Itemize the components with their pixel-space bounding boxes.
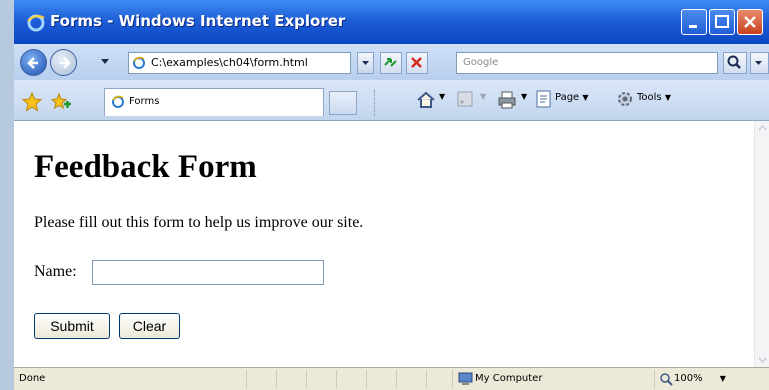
feeds-dropdown-icon[interactable]: ▼ [480, 92, 486, 101]
status-divider [654, 370, 655, 389]
status-divider [366, 370, 367, 389]
refresh-button[interactable] [380, 52, 402, 74]
status-divider [452, 370, 453, 389]
chevron-down-icon [362, 61, 369, 65]
status-divider [306, 370, 307, 389]
status-divider [246, 370, 247, 389]
intro-text: Please fill out this form to help us imp… [34, 214, 364, 231]
search-button[interactable] [723, 52, 747, 74]
status-divider [396, 370, 397, 389]
status-bar: Done My Computer 100% ▼ [14, 367, 769, 390]
tab-label: Forms [129, 96, 160, 107]
back-button[interactable] [20, 49, 47, 76]
address-dropdown-button[interactable] [357, 52, 374, 74]
minimize-button[interactable] [681, 9, 707, 35]
page-menu-icon [536, 90, 551, 108]
history-dropdown-icon[interactable] [100, 58, 110, 66]
toolbar-divider [374, 90, 376, 116]
name-input[interactable] [92, 260, 324, 285]
forward-arrow-icon [60, 57, 71, 69]
search-field[interactable]: Google [456, 52, 718, 74]
page-menu-label: Page [555, 92, 580, 103]
home-dropdown-icon[interactable]: ▼ [439, 92, 445, 101]
status-divider [336, 370, 337, 389]
chevron-down-icon [755, 61, 762, 65]
computer-icon [458, 372, 473, 385]
refresh-icon [384, 58, 397, 67]
new-tab-button[interactable] [329, 91, 357, 115]
gear-icon [618, 92, 632, 106]
scroll-down-icon[interactable] [758, 357, 767, 363]
window-title: Forms - Windows Internet Explorer [50, 12, 346, 30]
home-icon[interactable] [416, 90, 436, 110]
print-icon[interactable] [497, 90, 517, 110]
address-bar-row: C:\examples\ch04\form.html Google [14, 44, 769, 80]
favorites-tab-bar: Forms ▼ ▼ ▼ Page ▼ Tools ▼ [14, 80, 769, 121]
add-favorites-icon[interactable] [50, 92, 72, 112]
status-divider [276, 370, 277, 389]
close-icon [744, 16, 756, 28]
page-icon [133, 56, 145, 69]
page-content: Feedback Form Please fill out this form … [14, 121, 754, 367]
status-text: Done [19, 373, 46, 384]
favorites-star-icon[interactable] [22, 92, 42, 112]
search-icon [727, 55, 741, 69]
stop-icon [411, 57, 422, 68]
browser-window: Forms - Windows Internet Explorer C:\exa… [14, 0, 769, 390]
status-divider [426, 370, 427, 389]
print-dropdown-icon[interactable]: ▼ [521, 92, 527, 101]
title-bar: Forms - Windows Internet Explorer [14, 0, 769, 44]
tab-forms[interactable]: Forms [104, 88, 324, 116]
name-label: Name: [34, 263, 77, 280]
zoom-icon [660, 373, 673, 386]
vertical-scrollbar[interactable] [754, 121, 769, 367]
tools-menu-label: Tools [637, 92, 662, 103]
zoom-level[interactable]: 100% ▼ [674, 373, 726, 384]
security-zone: My Computer [475, 373, 543, 384]
stop-button[interactable] [406, 52, 428, 74]
close-button[interactable] [737, 9, 763, 35]
search-options-button[interactable] [750, 52, 769, 74]
maximize-button[interactable] [709, 9, 735, 35]
search-placeholder: Google [463, 57, 499, 68]
page-heading: Feedback Form [34, 149, 257, 185]
page-menu[interactable]: Page ▼ [555, 92, 589, 103]
page-icon [112, 95, 124, 108]
maximize-icon [715, 15, 729, 28]
ie-logo-icon [27, 14, 45, 32]
clear-button[interactable]: Clear [119, 313, 180, 339]
zoom-value: 100% [674, 373, 703, 384]
back-arrow-icon [27, 57, 38, 69]
tools-menu[interactable]: Tools ▼ [637, 92, 671, 103]
submit-button[interactable]: Submit [34, 313, 110, 339]
minimize-icon [689, 25, 697, 28]
address-field[interactable]: C:\examples\ch04\form.html [128, 52, 351, 74]
feeds-icon[interactable] [457, 91, 473, 107]
forward-button[interactable] [50, 49, 77, 76]
address-url: C:\examples\ch04\form.html [151, 56, 308, 69]
scroll-up-icon[interactable] [758, 125, 767, 131]
